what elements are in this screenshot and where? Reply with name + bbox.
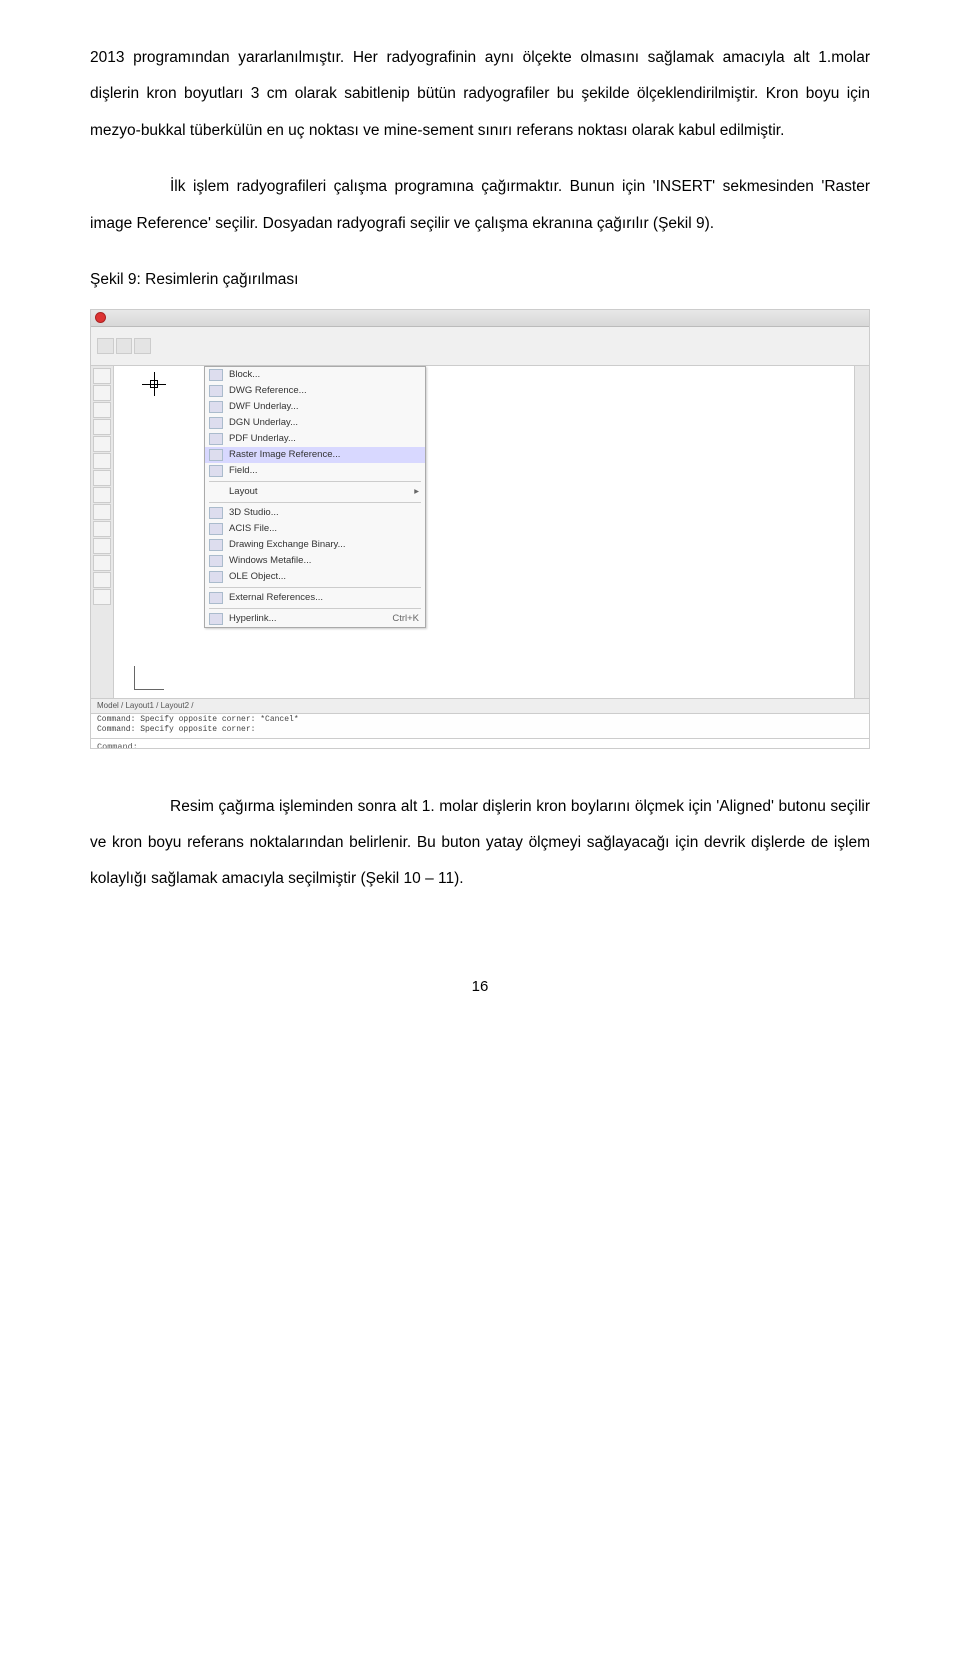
menu-item-acis-file[interactable]: ACIS File... (205, 521, 425, 537)
window-control-icon[interactable] (95, 312, 106, 323)
submenu-arrow-icon: ▸ (414, 486, 419, 497)
tool-button[interactable] (93, 538, 111, 554)
block-icon (209, 369, 223, 381)
dxb-icon (209, 539, 223, 551)
xref-icon (209, 592, 223, 604)
command-history: Command: Specify opposite corner: *Cance… (91, 713, 869, 738)
menu-item-layout[interactable]: Layout ▸ (205, 484, 425, 500)
dgn-underlay-icon (209, 417, 223, 429)
window-titlebar (91, 310, 869, 327)
menu-item-label: Raster Image Reference... (229, 449, 340, 460)
menu-separator (209, 502, 421, 503)
tool-button[interactable] (93, 368, 111, 384)
scrollbar[interactable] (854, 366, 869, 698)
tool-button[interactable] (93, 453, 111, 469)
left-tool-palette (91, 366, 114, 698)
menu-item-label: External References... (229, 592, 323, 603)
menu-item-dwf-underlay[interactable]: DWF Underlay... (205, 399, 425, 415)
tool-button[interactable] (93, 470, 111, 486)
menu-item-label: Drawing Exchange Binary... (229, 539, 346, 550)
menu-item-dxb[interactable]: Drawing Exchange Binary... (205, 537, 425, 553)
menu-separator (209, 608, 421, 609)
tool-button[interactable] (93, 504, 111, 520)
body-paragraph-1: 2013 programından yararlanılmıştır. Her … (90, 40, 870, 149)
ribbon-tab[interactable] (134, 338, 151, 354)
drawing-area: Block... DWG Reference... DWF Underlay..… (91, 366, 869, 698)
acis-icon (209, 523, 223, 535)
crosshair-icon (150, 380, 158, 388)
menu-item-dgn-underlay[interactable]: DGN Underlay... (205, 415, 425, 431)
dwg-ref-icon (209, 385, 223, 397)
menu-item-label: DWF Underlay... (229, 401, 299, 412)
command-history-line: Command: Specify opposite corner: (97, 725, 863, 735)
menu-item-field[interactable]: Field... (205, 463, 425, 479)
command-input-row[interactable]: Command: (91, 738, 869, 749)
tool-button[interactable] (93, 402, 111, 418)
menu-item-label: OLE Object... (229, 571, 286, 582)
command-history-line: Command: Specify opposite corner: *Cance… (97, 715, 863, 725)
layout-tabs[interactable]: Model / Layout1 / Layout2 / (91, 698, 869, 713)
menu-item-raster-image-reference[interactable]: Raster Image Reference... (205, 447, 425, 463)
tool-button[interactable] (93, 589, 111, 605)
field-icon (209, 465, 223, 477)
menu-separator (209, 587, 421, 588)
menu-hotkey: Ctrl+K (392, 613, 419, 624)
menu-separator (209, 481, 421, 482)
ribbon-bar (91, 327, 869, 366)
menu-item-label: Hyperlink... (229, 613, 277, 624)
ribbon-tabs[interactable] (97, 338, 151, 354)
command-prompt-label: Command: (97, 742, 138, 749)
figure-screenshot: Block... DWG Reference... DWF Underlay..… (90, 309, 870, 749)
layout-tabs-text: Model / Layout1 / Layout2 / (97, 701, 194, 710)
figure-caption: Şekil 9: Resimlerin çağırılması (90, 262, 870, 298)
body-paragraph-3: Resim çağırma işleminden sonra alt 1. mo… (90, 789, 870, 898)
menu-item-windows-metafile[interactable]: Windows Metafile... (205, 553, 425, 569)
menu-item-external-references[interactable]: External References... (205, 590, 425, 606)
ole-icon (209, 571, 223, 583)
menu-item-3d-studio[interactable]: 3D Studio... (205, 505, 425, 521)
insert-context-menu: Block... DWG Reference... DWF Underlay..… (204, 366, 426, 628)
menu-item-ole-object[interactable]: OLE Object... (205, 569, 425, 585)
ribbon-tab[interactable] (97, 338, 114, 354)
tool-button[interactable] (93, 385, 111, 401)
tool-button[interactable] (93, 572, 111, 588)
tool-button[interactable] (93, 419, 111, 435)
pdf-underlay-icon (209, 433, 223, 445)
page-number: 16 (90, 978, 870, 995)
dwf-underlay-icon (209, 401, 223, 413)
tool-button[interactable] (93, 487, 111, 503)
raster-image-icon (209, 449, 223, 461)
body-paragraph-2: İlk işlem radyografileri çalışma program… (90, 169, 870, 242)
tool-button[interactable] (93, 521, 111, 537)
menu-item-hyperlink[interactable]: Hyperlink... Ctrl+K (205, 611, 425, 627)
menu-item-label: Field... (229, 465, 258, 476)
menu-item-label: 3D Studio... (229, 507, 279, 518)
menu-item-label: ACIS File... (229, 523, 277, 534)
menu-item-block[interactable]: Block... (205, 367, 425, 383)
menu-item-label: PDF Underlay... (229, 433, 296, 444)
menu-item-label: DWG Reference... (229, 385, 307, 396)
menu-item-dwg-reference[interactable]: DWG Reference... (205, 383, 425, 399)
tool-button[interactable] (93, 555, 111, 571)
studio-icon (209, 507, 223, 519)
menu-item-label: DGN Underlay... (229, 417, 298, 428)
tool-button[interactable] (93, 436, 111, 452)
menu-item-label: Layout (229, 486, 258, 497)
canvas[interactable]: Block... DWG Reference... DWF Underlay..… (114, 366, 854, 698)
menu-item-pdf-underlay[interactable]: PDF Underlay... (205, 431, 425, 447)
ribbon-tab[interactable] (116, 338, 133, 354)
wmf-icon (209, 555, 223, 567)
hyperlink-icon (209, 613, 223, 625)
menu-item-label: Windows Metafile... (229, 555, 311, 566)
menu-item-label: Block... (229, 369, 260, 380)
blank-icon (209, 486, 223, 498)
ucs-icon (134, 650, 194, 690)
